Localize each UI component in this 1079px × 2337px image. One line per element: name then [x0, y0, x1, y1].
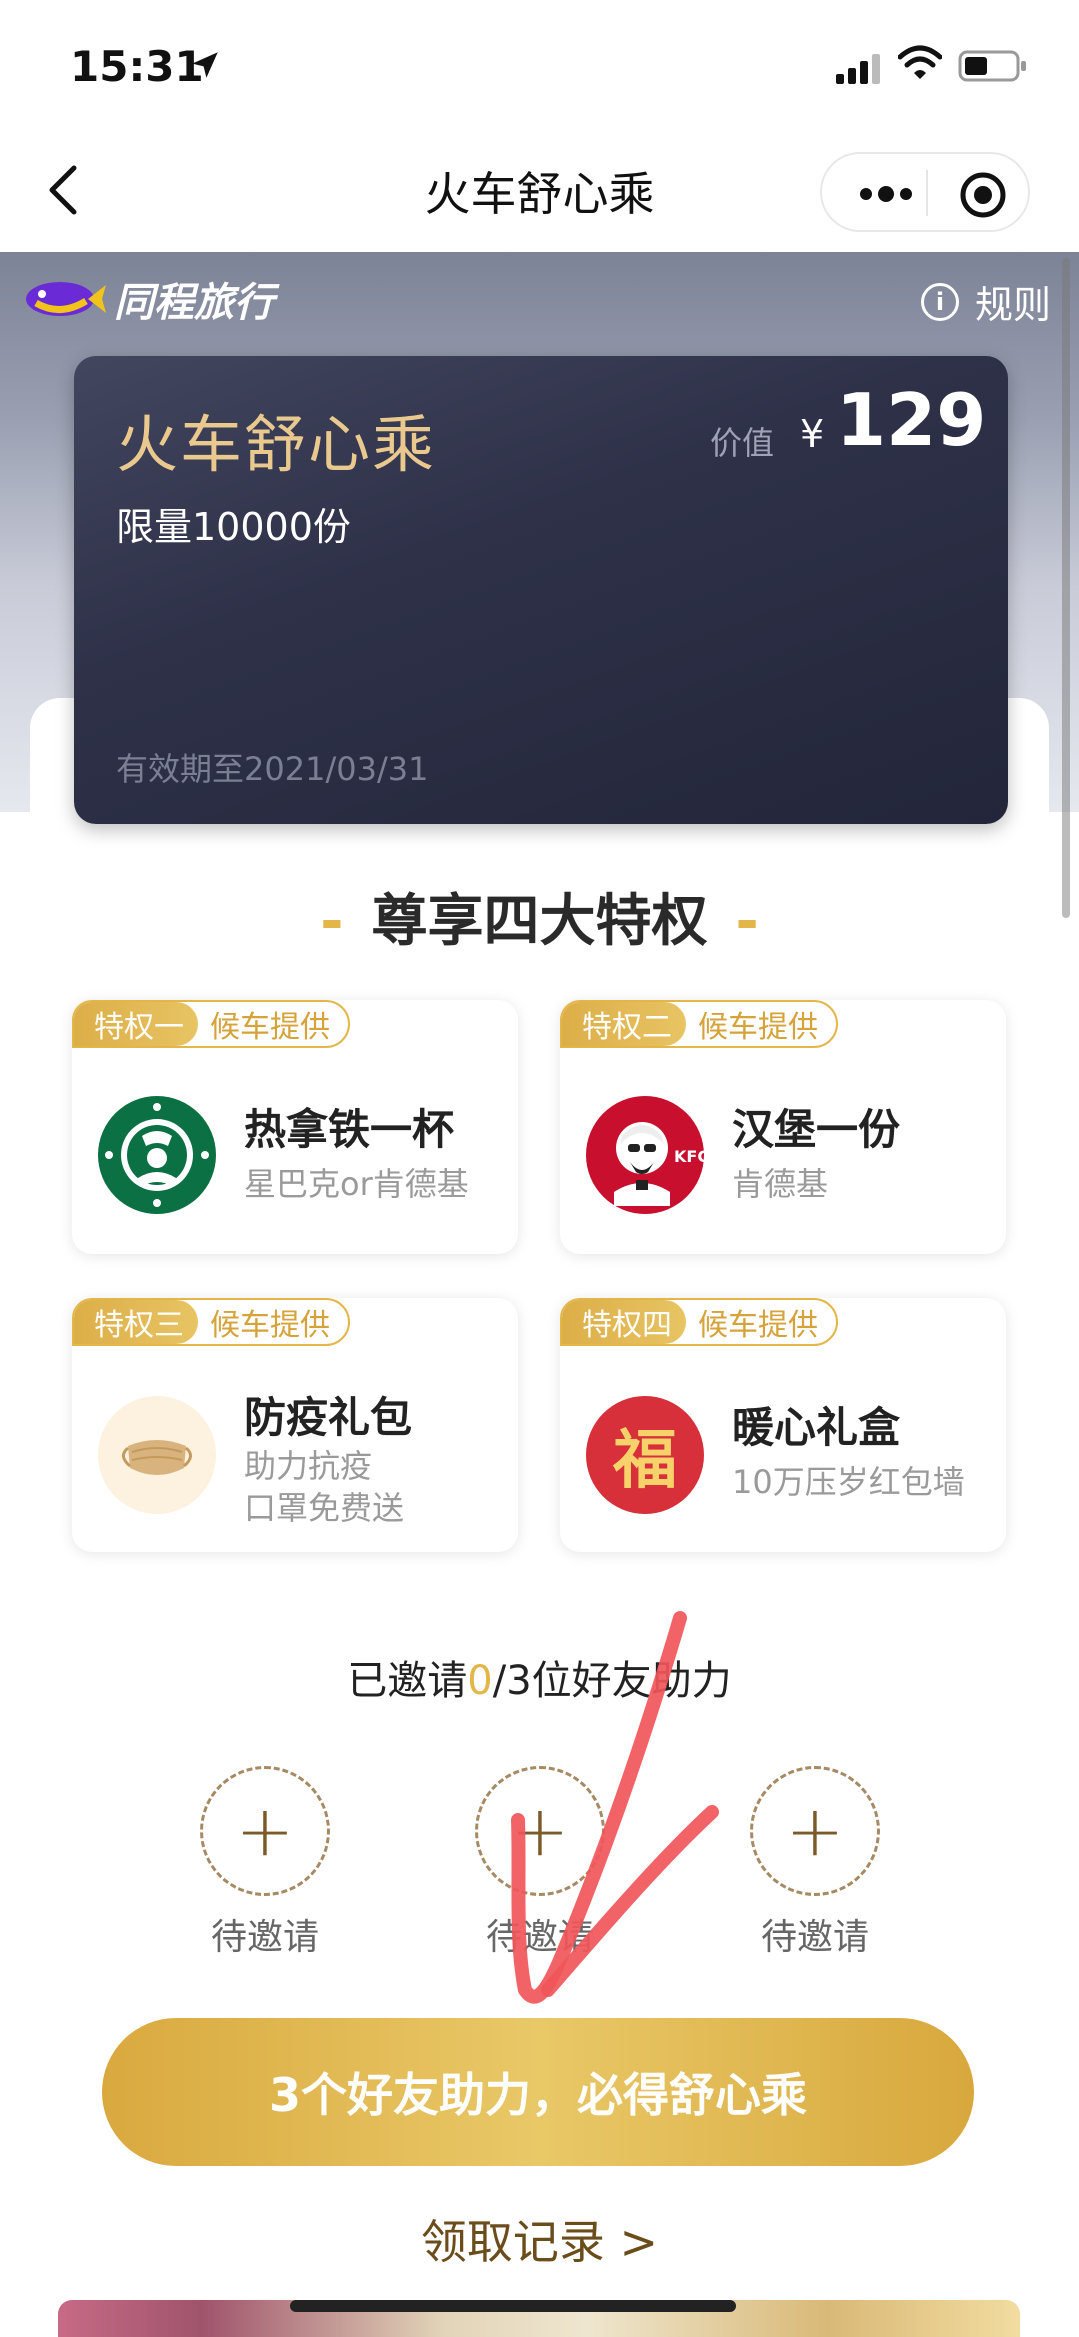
- card-value-label: 价值: [710, 424, 775, 462]
- privilege-name: 热拿铁一杯: [244, 1105, 455, 1154]
- more-icon[interactable]: [858, 182, 914, 206]
- invite-slot-label: 待邀请: [760, 1917, 869, 1958]
- privilege-tag: 特权一 候车提供: [72, 1000, 350, 1048]
- title-dash-right: -: [735, 889, 759, 954]
- tongcheng-fish-icon: [26, 282, 106, 316]
- privilege-desc-2: 口罩免费送: [244, 1489, 405, 1527]
- privilege-tag-label: 特权一: [74, 1002, 198, 1046]
- privilege-provider: 候车提供: [698, 1010, 818, 1045]
- privilege-provider: 候车提供: [698, 1308, 818, 1343]
- privilege-tag: 特权四 候车提供: [560, 1298, 838, 1346]
- fu-icon: 福: [586, 1396, 704, 1514]
- rules-label: 规则: [974, 283, 1051, 327]
- invite-slot-1[interactable]: +: [200, 1766, 330, 1896]
- privilege-tag: 特权三 候车提供: [72, 1298, 350, 1346]
- home-indicator: [290, 2300, 736, 2312]
- invite-slot-2[interactable]: +: [475, 1766, 605, 1896]
- privilege-card-2[interactable]: 特权二 候车提供 KFC 汉堡一份 肯德基: [560, 1000, 1006, 1254]
- privilege-desc: 助力抗疫: [244, 1447, 373, 1485]
- privilege-provider: 候车提供: [210, 1010, 330, 1045]
- privilege-tag-label: 特权二: [562, 1002, 686, 1046]
- invite-friends-button[interactable]: 3个好友助力，必得舒心乘: [102, 2018, 974, 2166]
- signal-icon: [836, 54, 880, 84]
- invite-progress: 已邀请0/3位好友助力: [0, 1648, 1079, 1706]
- privilege-desc: 肯德基: [732, 1165, 829, 1203]
- close-miniprogram-icon[interactable]: [958, 170, 1008, 220]
- info-icon: i: [920, 282, 959, 321]
- scrollbar[interactable]: [1062, 258, 1070, 918]
- plus-icon: +: [785, 1790, 845, 1872]
- privilege-name: 暖心礼盒: [732, 1403, 901, 1452]
- card-expiry: 有效期至2021/03/31: [116, 750, 429, 788]
- privilege-provider: 候车提供: [210, 1308, 330, 1343]
- wifi-icon: [898, 45, 942, 79]
- card-limit: 限量10000份: [116, 505, 351, 549]
- status-bar: 15:31: [0, 0, 1079, 130]
- battery-icon: [958, 50, 1026, 82]
- plus-icon: +: [235, 1790, 295, 1872]
- privilege-card-4[interactable]: 特权四 候车提供 福 暖心礼盒 10万压岁红包墙: [560, 1298, 1006, 1552]
- status-time: 15:31: [70, 42, 204, 91]
- card-currency: ¥: [800, 412, 825, 456]
- brand-name: 同程旅行: [114, 280, 274, 326]
- mask-icon: [98, 1396, 216, 1514]
- card-title: 火车舒心乘: [116, 408, 437, 481]
- plus-icon: +: [510, 1790, 570, 1872]
- kfc-logo-icon: KFC: [586, 1096, 704, 1214]
- invite-slot-3[interactable]: +: [750, 1766, 880, 1896]
- privilege-name: 防疫礼包: [244, 1393, 413, 1442]
- title-dash-left: -: [320, 889, 344, 954]
- privileges-title-text: 尊享四大特权: [371, 889, 708, 954]
- nav-bar: 火车舒心乘: [0, 130, 1079, 252]
- brand-logo: 同程旅行: [22, 270, 274, 328]
- invite-slot-label: 待邀请: [210, 1917, 319, 1958]
- fu-character: 福: [613, 1423, 677, 1498]
- svg-text:KFC: KFC: [674, 1147, 704, 1166]
- claim-records-link[interactable]: 领取记录 >: [0, 2206, 1079, 2272]
- location-arrow-icon: [192, 52, 218, 78]
- privilege-tag-label: 特权三: [74, 1300, 198, 1344]
- capsule-divider: [926, 170, 928, 216]
- invite-slot-label: 待邀请: [485, 1917, 594, 1958]
- privilege-card-3[interactable]: 特权三 候车提供 防疫礼包 助力抗疫 口罩免费送: [72, 1298, 518, 1552]
- privilege-name: 汉堡一份: [732, 1105, 901, 1154]
- invite-count: 0: [467, 1658, 493, 1704]
- membership-card: 火车舒心乘 限量10000份 价值 ¥ 129 有效期至2021/03/31: [74, 356, 1008, 824]
- rules-link[interactable]: i 规则: [920, 274, 1051, 329]
- card-price: 129: [836, 378, 987, 462]
- privilege-desc: 10万压岁红包墙: [732, 1463, 965, 1501]
- page: 15:31 火车舒心乘 同程旅行 i 规则 火车舒心乘 限量10000份 价值 …: [0, 0, 1079, 2337]
- miniprogram-capsule: [820, 152, 1030, 232]
- privileges-title: - 尊享四大特权 -: [0, 876, 1079, 957]
- privilege-card-1[interactable]: 特权一 候车提供 热拿铁一杯 星巴克or肯德基: [72, 1000, 518, 1254]
- invite-prefix: 已邀请: [347, 1658, 468, 1704]
- privilege-tag: 特权二 候车提供: [560, 1000, 838, 1048]
- privilege-desc: 星巴克or肯德基: [244, 1165, 469, 1203]
- starbucks-logo-icon: [98, 1096, 216, 1214]
- invite-suffix: /3位好友助力: [492, 1658, 732, 1704]
- privilege-tag-label: 特权四: [562, 1300, 686, 1344]
